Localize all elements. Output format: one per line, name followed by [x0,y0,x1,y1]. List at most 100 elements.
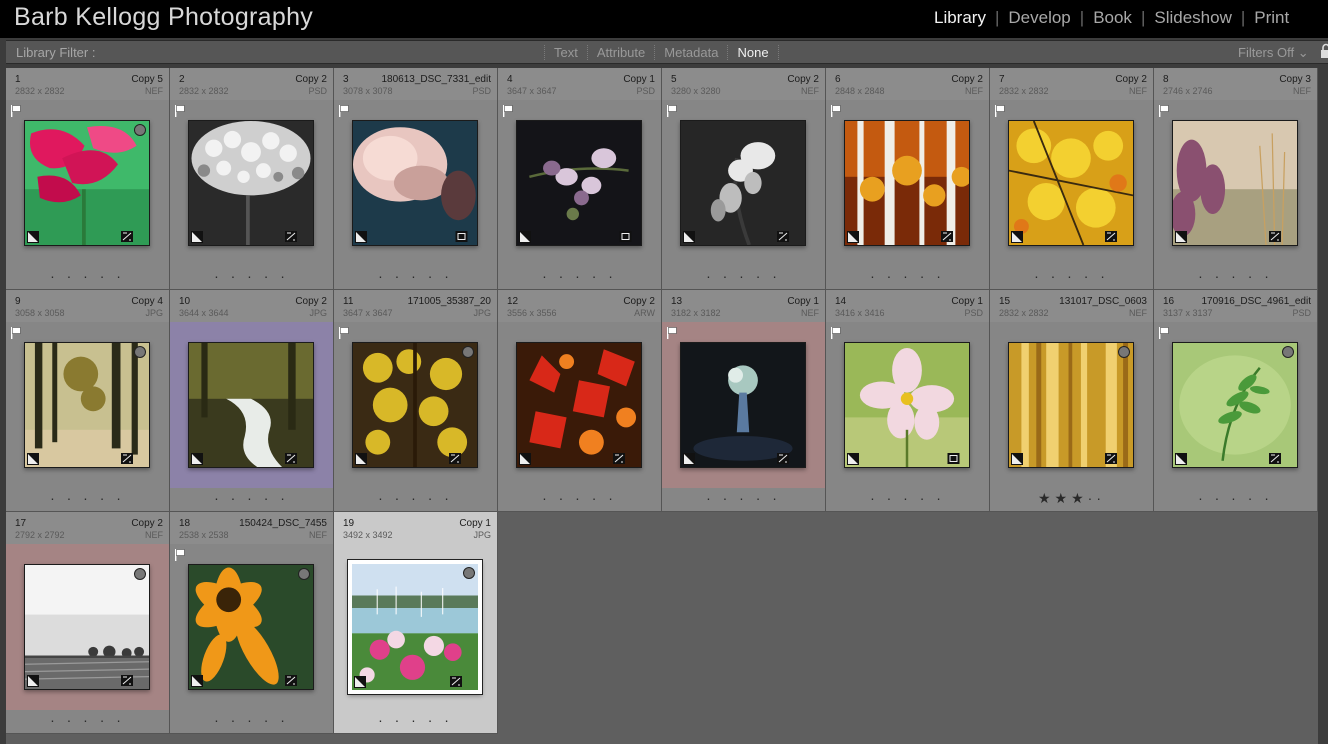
quick-collection-icon[interactable] [134,346,146,358]
grid-cell[interactable]: 17 Copy 2 2792 x 2792 NEF · · · · · [6,512,170,734]
flag-icon[interactable] [175,104,186,117]
star-rating[interactable]: · · · · · [826,490,989,506]
adjust-badge-icon[interactable] [613,453,638,464]
photo-thumbnail[interactable] [1008,120,1134,246]
adjust-badge-icon[interactable] [285,453,310,464]
grid-cell[interactable]: 19 Copy 1 3492 x 3492 JPG · · · · · [334,512,498,734]
star-rating[interactable]: · · · · · [662,268,825,284]
star-rating[interactable]: · · · · · [6,712,169,728]
photo-thumbnail[interactable] [516,342,642,468]
photo-thumbnail[interactable] [680,120,806,246]
flag-icon[interactable] [339,326,350,339]
photo-thumbnail[interactable] [352,120,478,246]
flag-icon[interactable] [175,548,186,561]
crop-badge-icon[interactable] [947,453,966,464]
adjust-badge-icon[interactable] [1269,453,1294,464]
adjust-badge-icon[interactable] [285,231,310,242]
star-rating[interactable]: · · · · · [170,490,333,506]
flag-icon[interactable] [1159,104,1170,117]
flag-icon[interactable] [667,326,678,339]
grid-cell[interactable]: 2 Copy 2 2832 x 2832 PSD · · · · · [170,68,334,290]
adjust-badge-icon[interactable] [941,231,966,242]
star-rating[interactable]: · · · · · [334,490,497,506]
grid-cell[interactable]: 14 Copy 1 3416 x 3416 PSD · · · · · [826,290,990,512]
grid-cell[interactable]: 10 Copy 2 3644 x 3644 JPG · · · · · [170,290,334,512]
adjust-badge-icon[interactable] [121,453,146,464]
photo-thumbnail[interactable] [1172,120,1298,246]
star-rating[interactable]: · · · · · [170,712,333,728]
star-rating[interactable]: · · · · · [1154,268,1317,284]
adjust-badge-icon[interactable] [777,231,802,242]
crop-badge-icon[interactable] [619,231,638,242]
flag-icon[interactable] [11,104,22,117]
star-rating[interactable]: · · · · · [498,268,661,284]
adjust-badge-icon[interactable] [121,231,146,242]
grid-cell[interactable]: 5 Copy 2 3280 x 3280 NEF · · · · · [662,68,826,290]
adjust-badge-icon[interactable] [450,676,475,687]
flag-icon[interactable] [831,104,842,117]
photo-thumbnail[interactable] [188,120,314,246]
grid-cell[interactable]: 11 171005_35387_20 3647 x 3647 JPG · · · · · [334,290,498,512]
grid-cell[interactable]: 3 180613_DSC_7331_edit 3078 x 3078 PSD · · ·… [334,68,498,290]
photo-thumbnail[interactable] [347,559,483,695]
adjust-badge-icon[interactable] [777,453,802,464]
photo-thumbnail[interactable] [844,120,970,246]
star-rating[interactable]: · · · · · [334,712,497,728]
star-rating[interactable]: · · · · · [170,268,333,284]
adjust-badge-icon[interactable] [121,675,146,686]
quick-collection-icon[interactable] [134,124,146,136]
adjust-badge-icon[interactable] [1105,231,1130,242]
module-library[interactable]: Library [934,8,986,28]
filters-off-dropdown[interactable]: Filters Off ⌄ [1238,45,1309,61]
adjust-badge-icon[interactable] [1105,453,1130,464]
filter-text[interactable]: Text [544,45,587,60]
photo-thumbnail[interactable] [188,564,314,690]
grid-cell[interactable]: 7 Copy 2 2832 x 2832 NEF · · · · · [990,68,1154,290]
quick-collection-icon[interactable] [1282,346,1294,358]
flag-icon[interactable] [11,326,22,339]
filter-attribute[interactable]: Attribute [586,45,654,60]
photo-thumbnail[interactable] [24,342,150,468]
quick-collection-icon[interactable] [1118,346,1130,358]
module-develop[interactable]: Develop [1008,8,1070,28]
module-book[interactable]: Book [1093,8,1132,28]
photo-thumbnail[interactable] [1008,342,1134,468]
quick-collection-icon[interactable] [462,346,474,358]
module-print[interactable]: Print [1254,8,1289,28]
photo-thumbnail[interactable] [680,342,806,468]
grid-cell[interactable]: 16 170916_DSC_4961_edit 3137 x 3137 PSD · · … [1154,290,1318,512]
adjust-badge-icon[interactable] [449,453,474,464]
grid-cell[interactable]: 13 Copy 1 3182 x 3182 NEF · · · · · [662,290,826,512]
flag-icon[interactable] [831,326,842,339]
star-rating[interactable]: · · · · · [826,268,989,284]
star-rating[interactable]: · · · · · [662,490,825,506]
photo-thumbnail[interactable] [844,342,970,468]
star-rating[interactable]: ★★★·· [990,490,1153,507]
grid-cell[interactable]: 6 Copy 2 2848 x 2848 NEF · · · · · [826,68,990,290]
grid-cell[interactable]: 9 Copy 4 3058 x 3058 JPG · · · · · [6,290,170,512]
adjust-badge-icon[interactable] [285,675,310,686]
star-rating[interactable]: · · · · · [6,268,169,284]
adjust-badge-icon[interactable] [1269,231,1294,242]
flag-icon[interactable] [339,104,350,117]
grid-cell[interactable]: 12 Copy 2 3556 x 3556 ARW · · · · · [498,290,662,512]
grid-cell[interactable]: 8 Copy 3 2746 x 2746 NEF · · · · · [1154,68,1318,290]
photo-thumbnail[interactable] [24,564,150,690]
flag-icon[interactable] [503,104,514,117]
quick-collection-icon[interactable] [463,567,475,579]
photo-thumbnail[interactable] [352,342,478,468]
grid-cell[interactable]: 15 131017_DSC_0603 2832 x 2832 NEF ★★★·· [990,290,1154,512]
photo-thumbnail[interactable] [24,120,150,246]
grid-cell[interactable]: 18 150424_DSC_7455 2538 x 2538 NEF · · · · · [170,512,334,734]
photo-thumbnail[interactable] [1172,342,1298,468]
filter-metadata[interactable]: Metadata [654,45,727,60]
photo-thumbnail[interactable] [516,120,642,246]
lock-icon[interactable] [1320,43,1328,59]
quick-collection-icon[interactable] [298,568,310,580]
star-rating[interactable]: · · · · · [334,268,497,284]
crop-badge-icon[interactable] [455,231,474,242]
quick-collection-icon[interactable] [134,568,146,580]
filter-none[interactable]: None [727,45,779,60]
star-rating[interactable]: · · · · · [990,268,1153,284]
grid-cell[interactable]: 1 Copy 5 2832 x 2832 NEF · · · · · [6,68,170,290]
